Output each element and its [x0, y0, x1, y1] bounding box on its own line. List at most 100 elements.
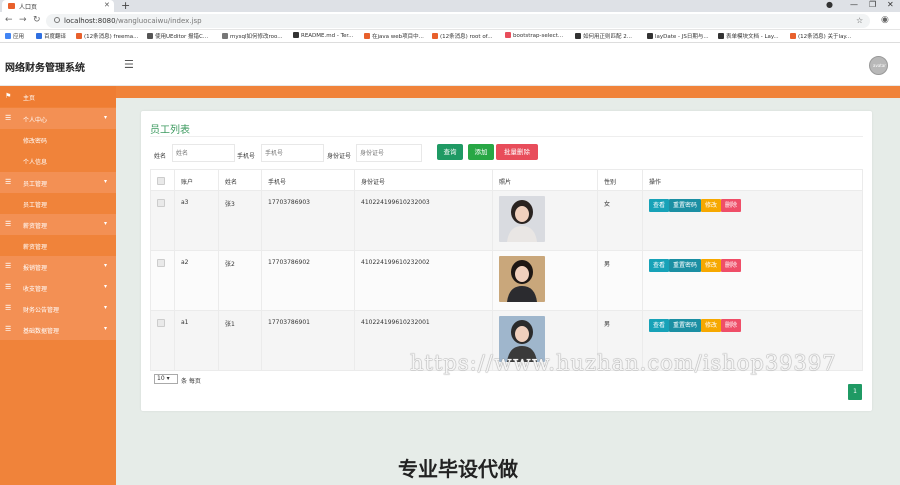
- sidebar-item[interactable]: 修改密码: [0, 129, 116, 150]
- url-host: localhost:8080: [64, 17, 116, 25]
- bookmarks-bar: 应用 百度翻译 (12条消息) freema... 使用UEditor 报错C... m…: [0, 30, 900, 43]
- table-row: a2 张2 17703786902 410224199610232002 男查看 重置密码…: [150, 250, 863, 311]
- chevron-down-icon: ▾: [104, 325, 108, 332]
- actions-cell: 查看 重置密码 修改 删除: [642, 190, 863, 251]
- delete-button[interactable]: 删除: [721, 199, 742, 212]
- delete-button[interactable]: 删除: [721, 259, 742, 272]
- sidebar-item[interactable]: ☰ 报销管理 ▾: [0, 256, 116, 277]
- bookmark-icon: [147, 33, 153, 39]
- sidebar-item[interactable]: ☰ 薪资管理 ▾: [0, 214, 116, 235]
- add-button[interactable]: 添加: [468, 144, 494, 160]
- minimize-icon[interactable]: —: [850, 0, 858, 9]
- phone-cell: 17703786902: [261, 250, 355, 311]
- bookmark-item[interactable]: (12条消息) 关于lay...: [790, 32, 851, 40]
- bookmark-item[interactable]: bootstrap-select...: [505, 32, 563, 39]
- page-size-select[interactable]: 10 ▾: [154, 374, 178, 384]
- reset-password-button[interactable]: 重置密码: [669, 319, 702, 332]
- chevron-down-icon: ▾: [104, 114, 108, 121]
- forward-icon[interactable]: →: [19, 15, 27, 25]
- photo-cell: [492, 190, 598, 251]
- phone-cell: 17703786901: [261, 310, 355, 371]
- row-checkbox[interactable]: [157, 199, 165, 207]
- phone-input[interactable]: [261, 144, 324, 162]
- bookmark-star-icon[interactable]: ☆: [856, 16, 863, 25]
- bookmark-item[interactable]: 在java web项目中...: [364, 32, 424, 40]
- sidebar-item[interactable]: 员工管理: [0, 193, 116, 214]
- bookmark-item[interactable]: mysql如何修改roo...: [222, 32, 283, 40]
- edit-button[interactable]: 修改: [701, 259, 722, 272]
- profile-icon[interactable]: ●: [826, 0, 833, 9]
- sidebar-item[interactable]: ☰ 基础数据管理 ▾: [0, 319, 116, 340]
- view-button[interactable]: 查看: [649, 319, 670, 332]
- sidebar-item[interactable]: ☰ 收支管理 ▾: [0, 277, 116, 298]
- edit-button[interactable]: 修改: [701, 319, 722, 332]
- bookmark-item[interactable]: (12条消息) freema...: [76, 32, 138, 40]
- app-logo: 网络财务管理系统: [5, 63, 85, 74]
- row-checkbox[interactable]: [157, 319, 165, 327]
- per-page-text: 条 每页: [181, 378, 201, 385]
- bookmark-icon: [76, 33, 82, 39]
- reset-password-button[interactable]: 重置密码: [669, 259, 702, 272]
- bookmark-label: mysql如何修改roo...: [230, 34, 283, 40]
- avatar-text: avatar: [873, 63, 886, 68]
- name-cell: 张1: [218, 310, 262, 371]
- info-icon[interactable]: [54, 17, 60, 23]
- close-tab-icon[interactable]: ✕: [104, 1, 110, 9]
- maximize-icon[interactable]: ❐: [869, 0, 876, 9]
- tab-title: 人口页: [19, 4, 38, 11]
- name-input[interactable]: [172, 144, 235, 162]
- page-title: 员工列表: [150, 125, 190, 136]
- batch-delete-button[interactable]: 批量删除: [496, 144, 538, 160]
- query-button[interactable]: 查询: [437, 144, 463, 160]
- browser-tabbar: 人口页 ✕ + ● — ❐ ✕: [0, 0, 900, 12]
- sidebar-item-label: 基础数据管理: [23, 328, 60, 335]
- bookmark-item[interactable]: layDate - JS日期与...: [647, 32, 709, 40]
- new-tab-icon[interactable]: +: [121, 0, 130, 12]
- sidebar-item-label: 薪资管理: [23, 244, 48, 251]
- back-icon[interactable]: ←: [5, 15, 13, 25]
- phone-label: 手机号: [237, 153, 256, 160]
- select-all-cell: [150, 169, 175, 191]
- bookmark-item[interactable]: 百度翻译: [36, 32, 66, 40]
- page-1-button[interactable]: 1: [848, 384, 862, 400]
- list-icon: ☰: [5, 283, 12, 291]
- select-all-checkbox[interactable]: [157, 177, 165, 185]
- bookmark-label: (12条消息) 关于lay...: [798, 34, 852, 40]
- sidebar-item[interactable]: 个人信息: [0, 150, 116, 171]
- view-button[interactable]: 查看: [649, 199, 670, 212]
- sidebar-item-label: 主页: [23, 95, 36, 102]
- sidebar-item-label: 员工管理: [23, 202, 48, 209]
- browser-tab[interactable]: 人口页 ✕: [2, 0, 114, 12]
- edit-button[interactable]: 修改: [701, 199, 722, 212]
- list-icon: ☰: [5, 178, 12, 186]
- avatar[interactable]: avatar: [869, 56, 888, 75]
- delete-button[interactable]: 删除: [721, 319, 742, 332]
- bookmark-item[interactable]: README.md - Ter...: [293, 32, 353, 39]
- sidebar-item[interactable]: ☰ 个人中心 ▾: [0, 108, 116, 129]
- name-label: 姓名: [154, 153, 167, 160]
- user-account-icon[interactable]: ◉: [881, 15, 889, 25]
- sidebar-item[interactable]: ⚑ 主页: [0, 86, 116, 107]
- sidebar-item[interactable]: 薪资管理: [0, 235, 116, 256]
- chevron-down-icon: ▾: [104, 283, 108, 290]
- bookmark-item[interactable]: 如何用正则匹配 2...: [575, 32, 632, 40]
- employee-photo: [499, 196, 545, 242]
- bookmark-item[interactable]: 使用UEditor 报错C...: [147, 32, 208, 40]
- bookmark-item[interactable]: 表单模块文档 - Lay...: [718, 32, 779, 40]
- bookmark-item[interactable]: 应用: [5, 32, 24, 40]
- sidebar-item[interactable]: ☰ 财务公告管理 ▾: [0, 298, 116, 319]
- url-input[interactable]: localhost:8080/wangluocaiwu/index.jsp ☆: [46, 14, 870, 28]
- reset-password-button[interactable]: 重置密码: [669, 199, 702, 212]
- account-cell: a1: [174, 310, 219, 371]
- close-window-icon[interactable]: ✕: [887, 0, 894, 9]
- reload-icon[interactable]: ↻: [33, 15, 41, 25]
- bookmark-item[interactable]: (12条消息) root of...: [432, 32, 492, 40]
- bookmark-label: 如何用正则匹配 2...: [583, 34, 632, 40]
- view-button[interactable]: 查看: [649, 259, 670, 272]
- sidebar-item[interactable]: ☰ 员工管理 ▾: [0, 172, 116, 193]
- page-favicon-icon: [8, 3, 15, 9]
- menu-toggle-icon[interactable]: ☰: [124, 58, 134, 71]
- bookmark-label: 表单模块文档 - Lay...: [726, 34, 779, 40]
- id-card-input[interactable]: [356, 144, 422, 162]
- row-checkbox[interactable]: [157, 259, 165, 267]
